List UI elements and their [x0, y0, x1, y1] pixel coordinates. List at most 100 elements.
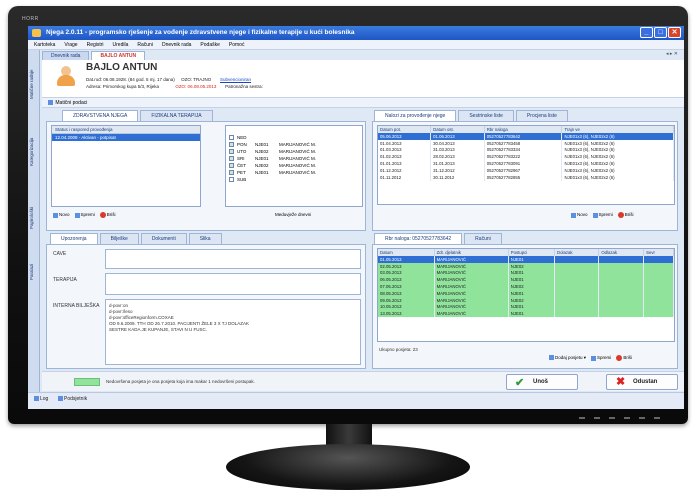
weekday-row[interactable]: SUB	[226, 176, 362, 183]
weekday-row[interactable]: ČET NJE02 MARIJANOVIĆ M.	[226, 162, 362, 169]
visit-row[interactable]: 02.05.2013 MARIJANOVIĆ NJE02	[378, 262, 674, 270]
delete-order-button[interactable]: Briši	[617, 212, 634, 218]
new-status-button[interactable]: Novo	[53, 212, 70, 218]
column-header[interactable]: Datum pot.	[378, 126, 432, 133]
weekday-row[interactable]: PET NJE01 MARIJANOVIĆ M.	[226, 169, 362, 176]
order-row[interactable]: 01.03.2013 31.03.2013 05270527783334 NJE01x…	[378, 146, 674, 154]
order-row[interactable]: 05.06.2013 01.06.2013 05270527783642 NJE01x…	[378, 133, 674, 140]
check-icon: ✔	[515, 377, 525, 389]
visit-row[interactable]: 08.05.2013 MARIJANOVIĆ NJE01	[378, 289, 674, 297]
weekday-checkbox[interactable]	[229, 149, 234, 154]
tab-nav-controls[interactable]: ◂ ▸ ✕	[666, 51, 678, 57]
left-tabs: ZDRAVSTVENA NJEGA FIZIKALNA TERAPIJA	[62, 110, 213, 121]
taskbar: Log Podsjetnik	[28, 392, 684, 409]
weekday-checkbox[interactable]	[229, 142, 234, 147]
column-header[interactable]: Dolazak	[554, 249, 600, 256]
status-selected-row[interactable]: 12.04.2008 - Aktivan - potpisat	[52, 134, 200, 141]
menu-vrage[interactable]: Vrage	[64, 42, 77, 49]
visit-row[interactable]: 06.05.2013 MARIJANOVIĆ NJE01	[378, 276, 674, 284]
menu-racuni[interactable]: Računi	[137, 42, 153, 49]
order-row[interactable]: 01.12.2012 31.12.2012 05270527782967 NJE01x…	[378, 166, 674, 174]
visit-row[interactable]: 01.05.2013 MARIJANOVIĆ NJE01	[378, 256, 674, 263]
close-button[interactable]: ✕	[668, 27, 681, 38]
sidebar-item-maticne[interactable]: Matične radnje	[29, 54, 39, 114]
menu-registri[interactable]: Registri	[87, 42, 104, 49]
tab-nalozi[interactable]: Nalozi za provođenje njege	[374, 110, 457, 121]
weekday-checkbox[interactable]	[229, 177, 234, 182]
weekday-label: SUB	[237, 177, 247, 182]
weekday-checkbox[interactable]	[229, 170, 234, 175]
visit-row[interactable]: 10.05.2013 MARIJANOVIĆ NJE01	[378, 303, 674, 311]
order-row[interactable]: 01.04.2013 30.04.2013 05270527783458 NJE01x…	[378, 139, 674, 147]
ok-button[interactable]: ✔ Unoš	[506, 374, 578, 390]
terapija-field[interactable]	[105, 273, 361, 295]
weekday-row[interactable]: SRI NJE01 MARIJANOVIĆ M.	[226, 155, 362, 162]
tab-fizikalna-terapija[interactable]: FIZIKALNA TERAPIJA	[140, 110, 213, 121]
tab-slika[interactable]: Slika	[188, 233, 222, 244]
subvencioniran-link[interactable]: Subvencioniran	[220, 77, 251, 82]
tab-rbr-naloga[interactable]: Rbr naloga: 05270527783642	[374, 233, 463, 244]
new-order-button[interactable]: Novo	[571, 212, 588, 218]
table-cell	[554, 289, 600, 297]
tab-sestrinske-liste[interactable]: Sestrinske liste	[458, 110, 514, 121]
weekday-row[interactable]: UTO NJE02 MARIJANOVIĆ M.	[226, 148, 362, 155]
order-row[interactable]: 01.11.2012 30.11.2012 05270527782855 NJE01x…	[378, 173, 674, 181]
visit-row[interactable]: 07.05.2013 MARIJANOVIĆ NJE02	[378, 283, 674, 290]
app-screen: Njega 2.0.11 - programsko rješenje za vo…	[28, 26, 684, 409]
save-visit-button[interactable]: Spremi	[591, 355, 611, 361]
maximize-button[interactable]: □	[654, 27, 667, 38]
delete-status-button[interactable]: Briši	[99, 212, 116, 218]
tab-procjena-liste[interactable]: Procjena liste	[515, 110, 568, 121]
column-header[interactable]: Zdr. djelatnik	[434, 249, 509, 256]
table-cell: 07.05.2013	[378, 283, 435, 290]
menu-uredila[interactable]: Uredila	[113, 42, 129, 49]
sidebar-item-kategorizacija[interactable]: Kategorizacija	[29, 120, 39, 184]
save-order-button[interactable]: Spremi	[592, 212, 613, 218]
sidebar-item-paralazi[interactable]: Paralazi	[29, 252, 39, 292]
delete-visit-button[interactable]: Briši	[616, 355, 632, 361]
menu-podaske[interactable]: Podaške	[200, 42, 219, 49]
weekday-nurse: MARIJANOVIĆ M.	[279, 156, 317, 161]
cave-field[interactable]	[105, 249, 361, 269]
weekday-checkbox[interactable]	[229, 156, 234, 161]
order-row[interactable]: 01.01.2013 31.01.2013 05270527783091 NJE01x…	[378, 160, 674, 167]
maticni-podaci-button[interactable]: Matični podaci	[55, 100, 87, 106]
tab-racuni[interactable]: Računi	[464, 233, 502, 244]
column-header[interactable]: Datum	[378, 249, 435, 256]
menu-kartoteka[interactable]: Kartoteka	[34, 42, 55, 49]
column-header[interactable]: Odlazak	[598, 249, 645, 256]
table-cell: NJE01x3 (6), NJE02x2 (6)	[561, 173, 674, 181]
column-header[interactable]: Datum ost.	[430, 126, 485, 133]
order-row[interactable]: 01.02.2013 28.02.2013 05270527783222 NJE01x…	[378, 153, 674, 161]
menu-dnevnik-rada[interactable]: Dnevnik rada	[162, 42, 191, 49]
weekday-row[interactable]: PON NJE01 MARIJANOVIĆ M.	[226, 141, 362, 148]
weekday-row[interactable]: NED	[226, 134, 362, 141]
minimize-button[interactable]: _	[640, 27, 653, 38]
sidebar-item-papiroloski[interactable]: Papirološki	[29, 190, 39, 246]
status-bar: Nedovršena posjeta je ona posjeta koja i…	[42, 371, 684, 391]
visit-row[interactable]: 13.05.2013 MARIJANOVIĆ NJE01	[378, 310, 674, 318]
column-header[interactable]: Trajn ve	[561, 126, 674, 133]
tab-upozorenja[interactable]: Upozorenja	[50, 233, 98, 244]
menu-pomoc[interactable]: Pomoć	[229, 42, 245, 49]
interna-biljeska-field[interactable]: d-povr:on d-povr:/leso d-povr:sfficeRegion…	[105, 299, 361, 365]
table-cell	[643, 256, 674, 263]
visit-row[interactable]: 03.05.2013 MARIJANOVIĆ NJE01	[378, 269, 674, 277]
save-status-button[interactable]: Spremi	[74, 212, 95, 218]
column-header[interactable]: Postupci	[508, 249, 556, 256]
column-header[interactable]: Sevr	[643, 249, 674, 256]
schedule-extra[interactable]: Meduvježe dnevni	[275, 212, 311, 217]
cancel-button[interactable]: ✖ Odustan	[606, 374, 678, 390]
tab-biljeske[interactable]: Bilješke	[99, 233, 139, 244]
tab-dokumenti[interactable]: Dokumenti	[140, 233, 187, 244]
weekday-checkbox[interactable]	[229, 163, 234, 168]
taskbar-log[interactable]: Log	[34, 396, 48, 402]
add-visit-button[interactable]: Dodaj posjetu ▾	[549, 355, 586, 361]
visit-row[interactable]: 09.05.2013 MARIJANOVIĆ NJE02	[378, 296, 674, 304]
column-header[interactable]: Rbr naloga	[484, 126, 563, 133]
taskbar-podsjetnik[interactable]: Podsjetnik	[58, 396, 87, 402]
weekday-checkbox[interactable]	[229, 135, 234, 140]
tab-dnevnik-rada[interactable]: Dnevnik rada	[42, 51, 90, 60]
tab-patient[interactable]: BAJLO ANTUN	[91, 51, 146, 60]
tab-zdravstvena-njega[interactable]: ZDRAVSTVENA NJEGA	[62, 110, 139, 121]
